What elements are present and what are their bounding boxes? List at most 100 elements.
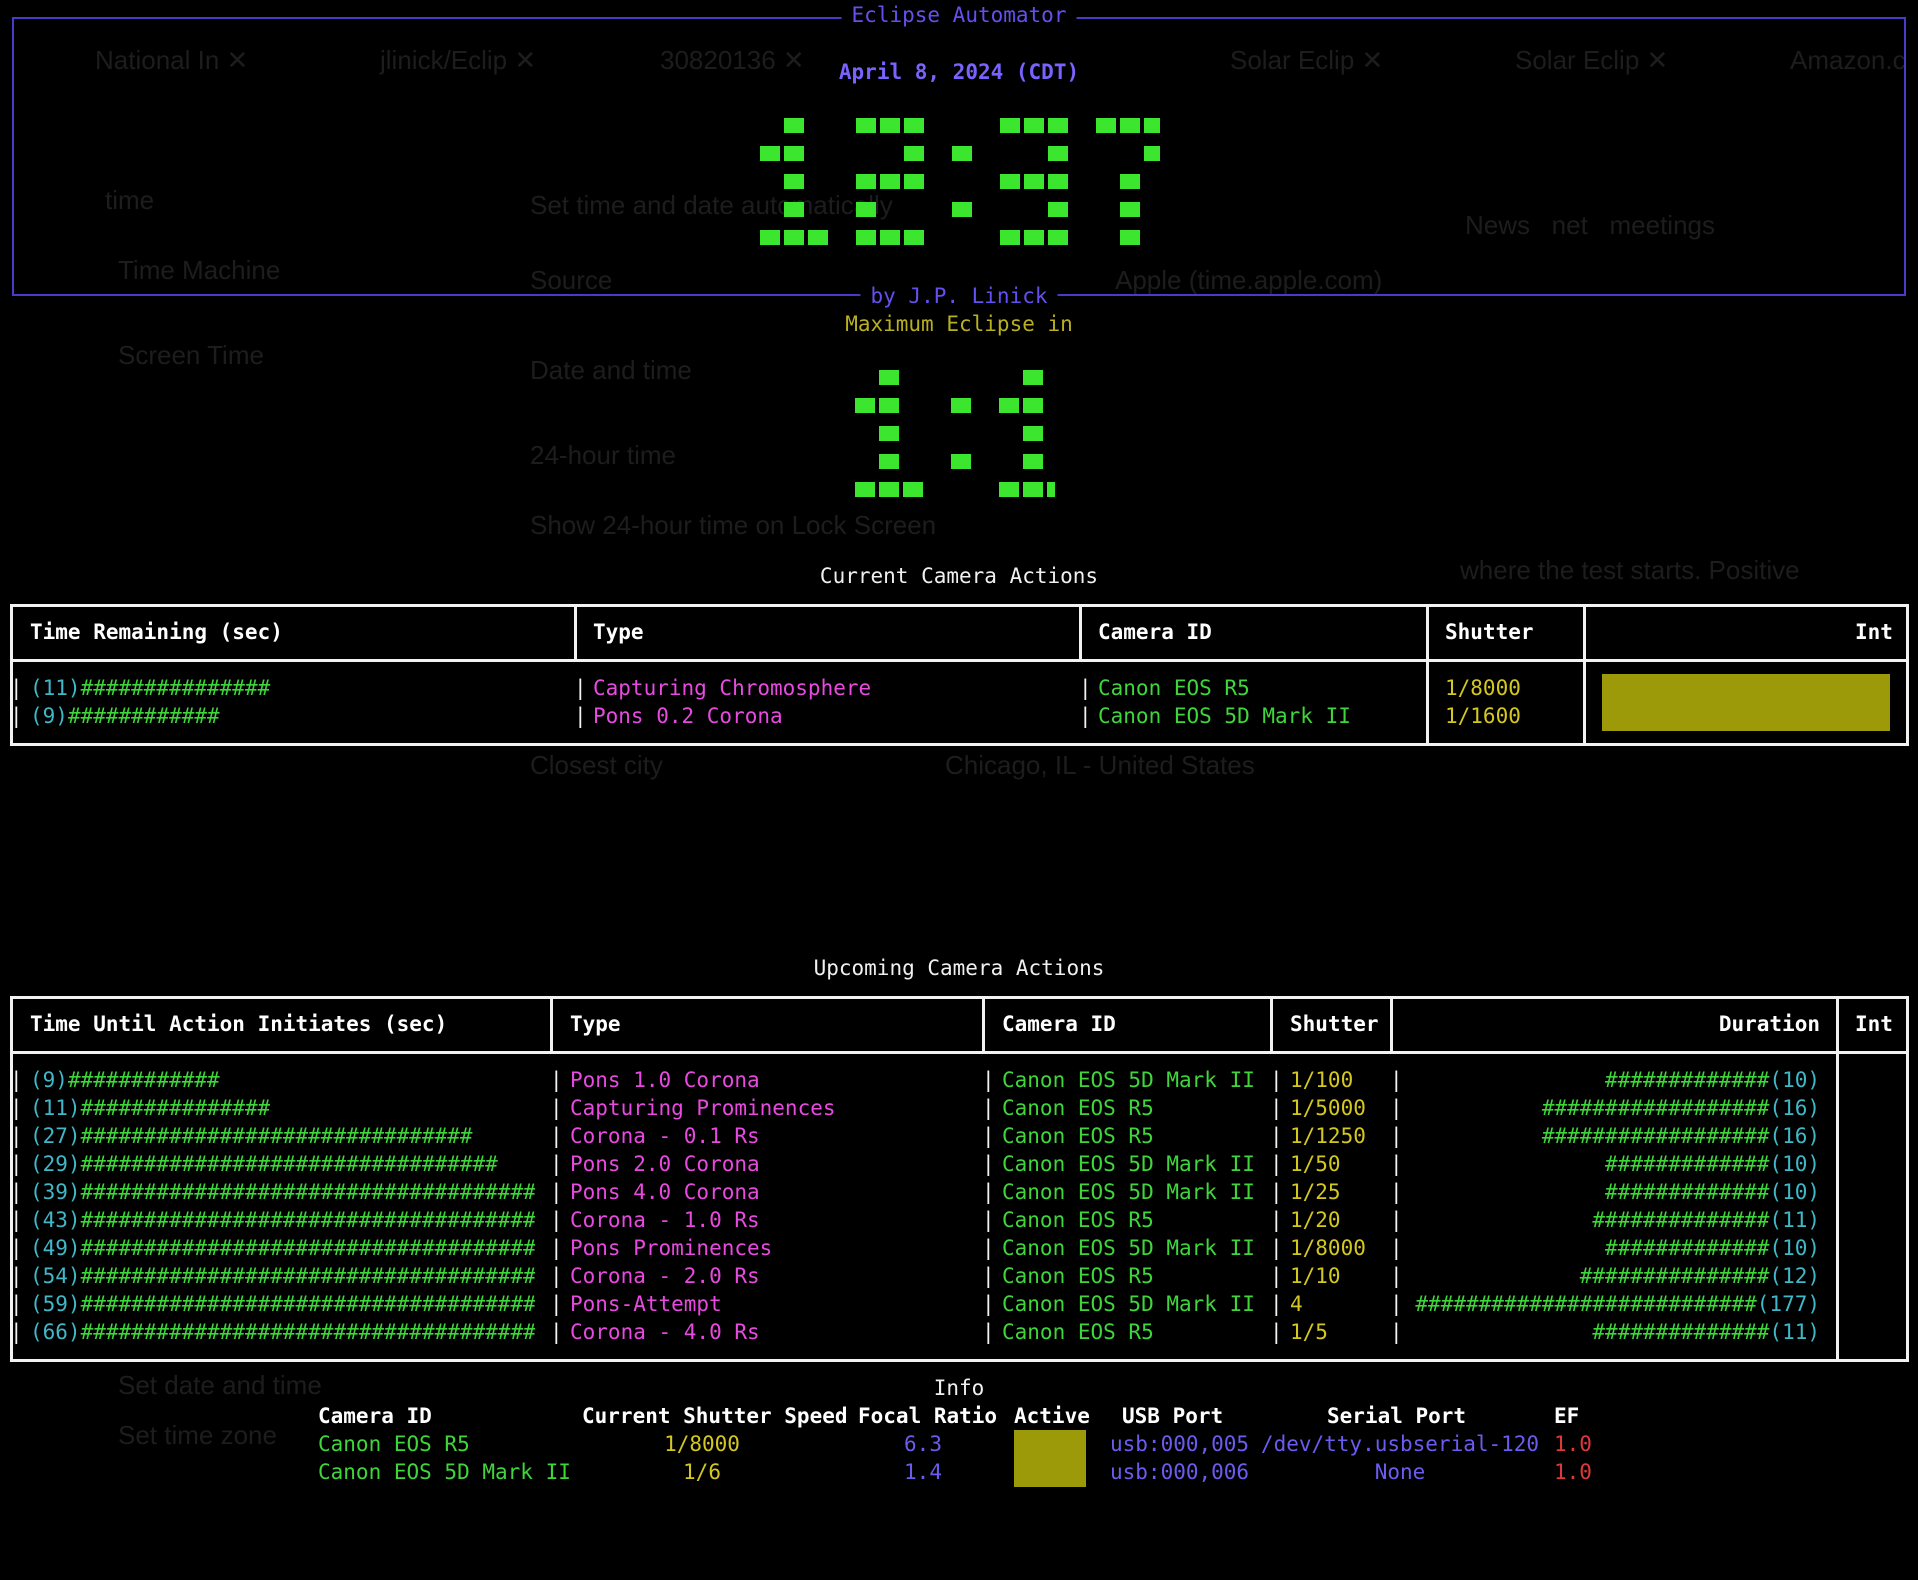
digit-block: [1120, 118, 1140, 133]
time-until: (59): [30, 1292, 81, 1316]
info-title: Info: [933, 1376, 985, 1400]
digit-block: [784, 146, 804, 161]
duration-bar: ##################: [1541, 1096, 1770, 1120]
col-int: Int: [1855, 1012, 1893, 1036]
digit-block: [856, 118, 876, 133]
digit-block: [903, 482, 923, 497]
digit-block: [855, 398, 875, 413]
digit-block: [1120, 174, 1140, 189]
app-title: Eclipse Automator: [841, 3, 1077, 27]
action-type: Pons-Attempt: [570, 1292, 722, 1316]
digit-block: [1000, 118, 1020, 133]
duration-value: (12): [1769, 1264, 1820, 1288]
time-bar: ######################################…: [80, 1236, 535, 1260]
duration-cell: ##############(11): [1400, 1320, 1820, 1344]
time-bar: ######################################…: [80, 1292, 535, 1316]
info-focal: 6.3: [904, 1432, 942, 1456]
digit-block: [1048, 146, 1068, 161]
digit-block: [904, 174, 924, 189]
digit-block: [879, 370, 899, 385]
digit-block: [1120, 202, 1140, 217]
info-shutter: 1/6: [683, 1460, 721, 1484]
time-until-cell: (43)####################################…: [30, 1208, 535, 1232]
duration-value: (177): [1756, 1292, 1820, 1316]
time-until: (43): [30, 1208, 81, 1232]
digit-block: [784, 174, 804, 189]
shutter: 1/5000: [1290, 1096, 1366, 1120]
shutter: 1/1250: [1290, 1124, 1366, 1148]
camera-id: Canon EOS 5D Mark II: [1002, 1292, 1255, 1316]
time-bar: ###############: [80, 1096, 271, 1120]
action-type: Corona - 4.0 Rs: [570, 1320, 760, 1344]
time-bar: ######################################…: [80, 1264, 535, 1288]
digit-block: [1096, 118, 1116, 133]
digit-block: [879, 426, 899, 441]
duration-bar: ###########################: [1415, 1292, 1757, 1316]
digit-block: [904, 146, 924, 161]
header-divider: [10, 1051, 1909, 1054]
col-camera-id: Camera ID: [1002, 1012, 1116, 1036]
digit-block: [856, 230, 876, 245]
digit-block: [855, 482, 875, 497]
info-usb: usb:000,005: [1110, 1432, 1250, 1456]
duration-bar: #############: [1605, 1236, 1770, 1260]
digit-block: [1023, 426, 1043, 441]
info-ef: 1.0: [1554, 1460, 1592, 1484]
digit-block: [784, 202, 804, 217]
duration-bar: #############: [1605, 1152, 1770, 1176]
time-until-cell: (11)###############: [30, 1096, 270, 1120]
digit-block: [879, 398, 899, 413]
time-until: (29): [30, 1152, 81, 1176]
duration-cell: #############(10): [1400, 1068, 1820, 1092]
camera-id: Canon EOS R5: [1098, 676, 1250, 700]
action-type: Pons 4.0 Corona: [570, 1180, 760, 1204]
duration-value: (11): [1769, 1208, 1820, 1232]
digit-block: [1120, 230, 1140, 245]
time-until-cell: (29)#################################: [30, 1152, 498, 1176]
time-until-cell: (27)###############################: [30, 1124, 473, 1148]
time-bar: ######################################…: [80, 1180, 535, 1204]
time-until-cell: (66)####################################…: [30, 1320, 535, 1344]
shutter: 1/10: [1290, 1264, 1341, 1288]
action-type: Capturing Chromosphere: [593, 676, 872, 700]
time-bar: ######################################…: [80, 1208, 535, 1232]
info-camera: Canon EOS 5D Mark II: [318, 1460, 571, 1484]
shutter: 1/50: [1290, 1152, 1341, 1176]
col-info-serial: Serial Port: [1327, 1404, 1467, 1428]
time-bar: ###############################: [80, 1124, 473, 1148]
digit-block: [879, 482, 899, 497]
shutter: 1/20: [1290, 1208, 1341, 1232]
action-type: Corona - 2.0 Rs: [570, 1264, 760, 1288]
info-usb: usb:000,006: [1110, 1460, 1250, 1484]
camera-id: Canon EOS R5: [1002, 1208, 1154, 1232]
shutter: 1/8000: [1290, 1236, 1366, 1260]
time-until-cell: (59)####################################…: [30, 1292, 535, 1316]
info-camera: Canon EOS R5: [318, 1432, 470, 1456]
digit-block: [951, 398, 971, 413]
digit-block: [1023, 398, 1043, 413]
duration-value: (16): [1769, 1096, 1820, 1120]
app-byline: by J.P. Linick: [860, 284, 1058, 308]
digit-block: [1024, 174, 1044, 189]
duration-value: (10): [1769, 1068, 1820, 1092]
info-ef: 1.0: [1554, 1432, 1592, 1456]
digit-block: [1023, 370, 1043, 385]
duration-value: (10): [1769, 1152, 1820, 1176]
col-type: Type: [593, 620, 644, 644]
duration-cell: ###############(12): [1400, 1264, 1820, 1288]
digit-block: [1000, 230, 1020, 245]
header-divider: [10, 659, 1909, 662]
camera-id: Canon EOS 5D Mark II: [1002, 1180, 1255, 1204]
shutter: 1/5: [1290, 1320, 1328, 1344]
countdown-label: Maximum Eclipse in: [845, 312, 1073, 336]
time-bar: ############: [67, 1068, 220, 1092]
time-bar: ######################################…: [80, 1320, 535, 1344]
camera-id: Canon EOS 5D Mark II: [1002, 1236, 1255, 1260]
digit-block: [999, 482, 1019, 497]
col-info-usb: USB Port: [1122, 1404, 1224, 1428]
duration-cell: #############(10): [1400, 1236, 1820, 1260]
shutter: 1/100: [1290, 1068, 1354, 1092]
col-shutter: Shutter: [1445, 620, 1534, 644]
digit-block: [999, 398, 1019, 413]
duration-cell: ###########################(177): [1400, 1292, 1820, 1316]
